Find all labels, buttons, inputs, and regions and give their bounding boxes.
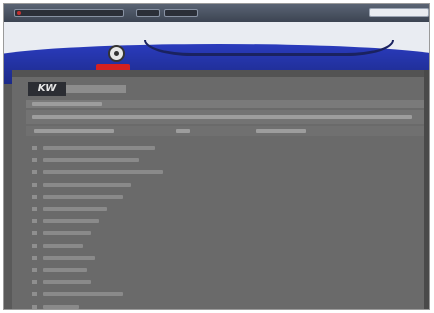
list-item[interactable]: [26, 191, 426, 203]
list-item[interactable]: [26, 252, 426, 264]
list-item[interactable]: [26, 227, 426, 239]
bullet-icon: [32, 194, 37, 199]
list-item[interactable]: [26, 179, 426, 191]
link-text[interactable]: [43, 267, 87, 272]
browser-window: KW: [3, 3, 430, 310]
favicon-icon: [17, 11, 21, 15]
list-item[interactable]: [26, 240, 426, 252]
brand-mark: KW: [28, 82, 66, 96]
filter-text: [256, 129, 306, 133]
link-text[interactable]: [43, 304, 79, 309]
link-list: [26, 142, 426, 309]
bullet-icon: [32, 207, 37, 212]
filter-control[interactable]: [176, 129, 190, 133]
bullet-icon: [32, 182, 37, 187]
list-item[interactable]: [26, 142, 426, 154]
address-bar[interactable]: [14, 9, 124, 17]
bullet-icon: [32, 280, 37, 285]
search-input[interactable]: [369, 8, 429, 17]
site-header: [4, 22, 429, 84]
bullet-icon: [32, 170, 37, 175]
list-item[interactable]: [26, 300, 426, 309]
main-content: KW: [12, 70, 429, 309]
bullet-icon: [32, 267, 37, 272]
logo-emblem-icon: [108, 45, 125, 62]
link-text[interactable]: [43, 146, 155, 151]
header-panel: [144, 40, 394, 56]
bullet-icon: [32, 292, 37, 297]
link-text[interactable]: [43, 158, 139, 163]
link-text[interactable]: [43, 170, 163, 175]
brand-subtitle: [66, 85, 126, 93]
category-bar: [26, 110, 426, 124]
link-text[interactable]: [43, 219, 99, 224]
list-item[interactable]: [26, 203, 426, 215]
link-text[interactable]: [43, 231, 91, 236]
list-item[interactable]: [26, 166, 426, 178]
bullet-icon: [32, 304, 37, 309]
brand-logo: KW: [28, 82, 128, 98]
scrollbar[interactable]: [424, 70, 429, 309]
link-text[interactable]: [43, 182, 131, 187]
bullet-icon: [32, 231, 37, 236]
info-bar: [26, 100, 426, 108]
link-text[interactable]: [43, 255, 95, 260]
list-item[interactable]: [26, 215, 426, 227]
list-item[interactable]: [26, 288, 426, 300]
browser-toolbar: [4, 4, 429, 22]
filter-bar: [26, 126, 426, 136]
link-text[interactable]: [43, 292, 123, 297]
forward-button[interactable]: [164, 9, 198, 17]
list-item[interactable]: [26, 276, 426, 288]
category-links[interactable]: [32, 115, 412, 119]
link-text[interactable]: [43, 207, 107, 212]
link-text[interactable]: [43, 243, 83, 248]
bullet-icon: [32, 219, 37, 224]
link-text[interactable]: [43, 280, 91, 285]
bullet-icon: [32, 158, 37, 163]
bullet-icon: [32, 255, 37, 260]
info-text: [32, 102, 102, 106]
list-item[interactable]: [26, 154, 426, 166]
content-top-bar: [12, 70, 429, 77]
back-button[interactable]: [136, 9, 160, 17]
bullet-icon: [32, 243, 37, 248]
link-text[interactable]: [43, 194, 123, 199]
bullet-icon: [32, 146, 37, 151]
filter-label: [34, 129, 114, 133]
list-item[interactable]: [26, 264, 426, 276]
